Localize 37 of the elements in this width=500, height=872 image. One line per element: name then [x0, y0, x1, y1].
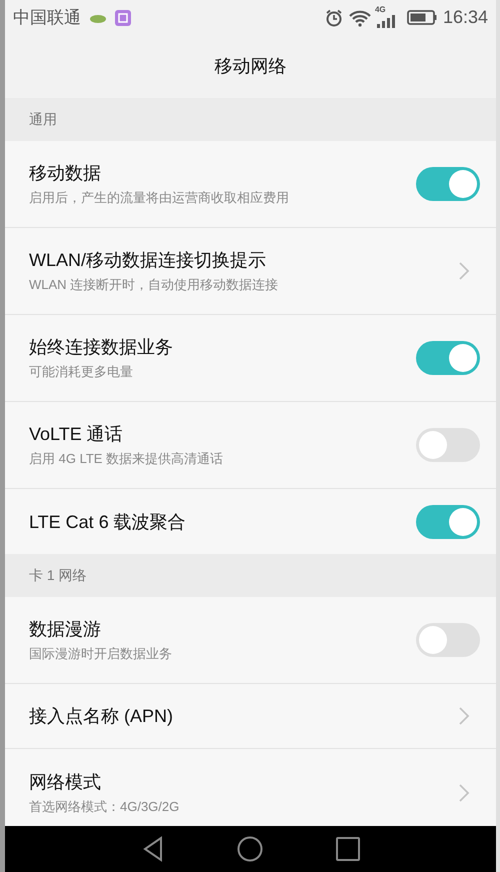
section-header: 通用: [29, 110, 57, 129]
carrier-name: 中国联通: [13, 6, 81, 29]
toggle-switch[interactable]: [416, 167, 480, 201]
home-icon[interactable]: [236, 836, 262, 862]
setting-description: 国际漫游时开启数据业务: [29, 645, 173, 663]
setting-title: 接入点名称 (APN): [29, 705, 174, 728]
setting-title: VoLTE 通话: [29, 423, 124, 446]
setting-description: WLAN 连接断开时，自动使用移动数据连接: [29, 276, 280, 294]
chevron-right-icon: [458, 706, 470, 726]
app-notification-icon: [115, 10, 131, 26]
page-title: 移动网络: [214, 55, 286, 78]
setting-title: 始终连接数据业务: [29, 336, 174, 359]
setting-description: 启用 4G LTE 数据来提供高清通话: [29, 450, 224, 468]
back-icon[interactable]: [142, 836, 164, 862]
clock-time: 16:34: [442, 6, 488, 29]
network-type-label: 4G: [374, 4, 386, 16]
toggle-switch[interactable]: [416, 428, 480, 462]
setting-description: 启用后，产生的流量将由运营商收取相应费用: [29, 189, 290, 207]
setting-description: 首选网络模式：4G/3G/2G: [29, 798, 180, 816]
alarm-icon: [324, 8, 343, 26]
setting-title: 移动数据: [29, 162, 102, 185]
setting-title: WLAN/移动数据连接切换提示: [29, 249, 268, 272]
toggle-switch[interactable]: [416, 623, 480, 657]
section-header: 卡 1 网络: [29, 566, 87, 585]
signal-icon: [376, 14, 397, 28]
setting-description: 可能消耗更多电量: [29, 363, 134, 381]
app-notification-icon: [89, 12, 107, 22]
chevron-right-icon: [458, 261, 470, 281]
battery-icon: [406, 10, 437, 25]
recents-icon[interactable]: [336, 837, 360, 861]
chevron-right-icon: [458, 782, 470, 802]
toggle-switch[interactable]: [416, 341, 480, 375]
setting-title: 网络模式: [29, 770, 102, 794]
wifi-icon: [348, 8, 372, 26]
setting-title: LTE Cat 6 载波聚合: [29, 510, 187, 534]
toggle-switch[interactable]: [416, 504, 480, 538]
setting-title: 数据漫游: [29, 618, 102, 641]
